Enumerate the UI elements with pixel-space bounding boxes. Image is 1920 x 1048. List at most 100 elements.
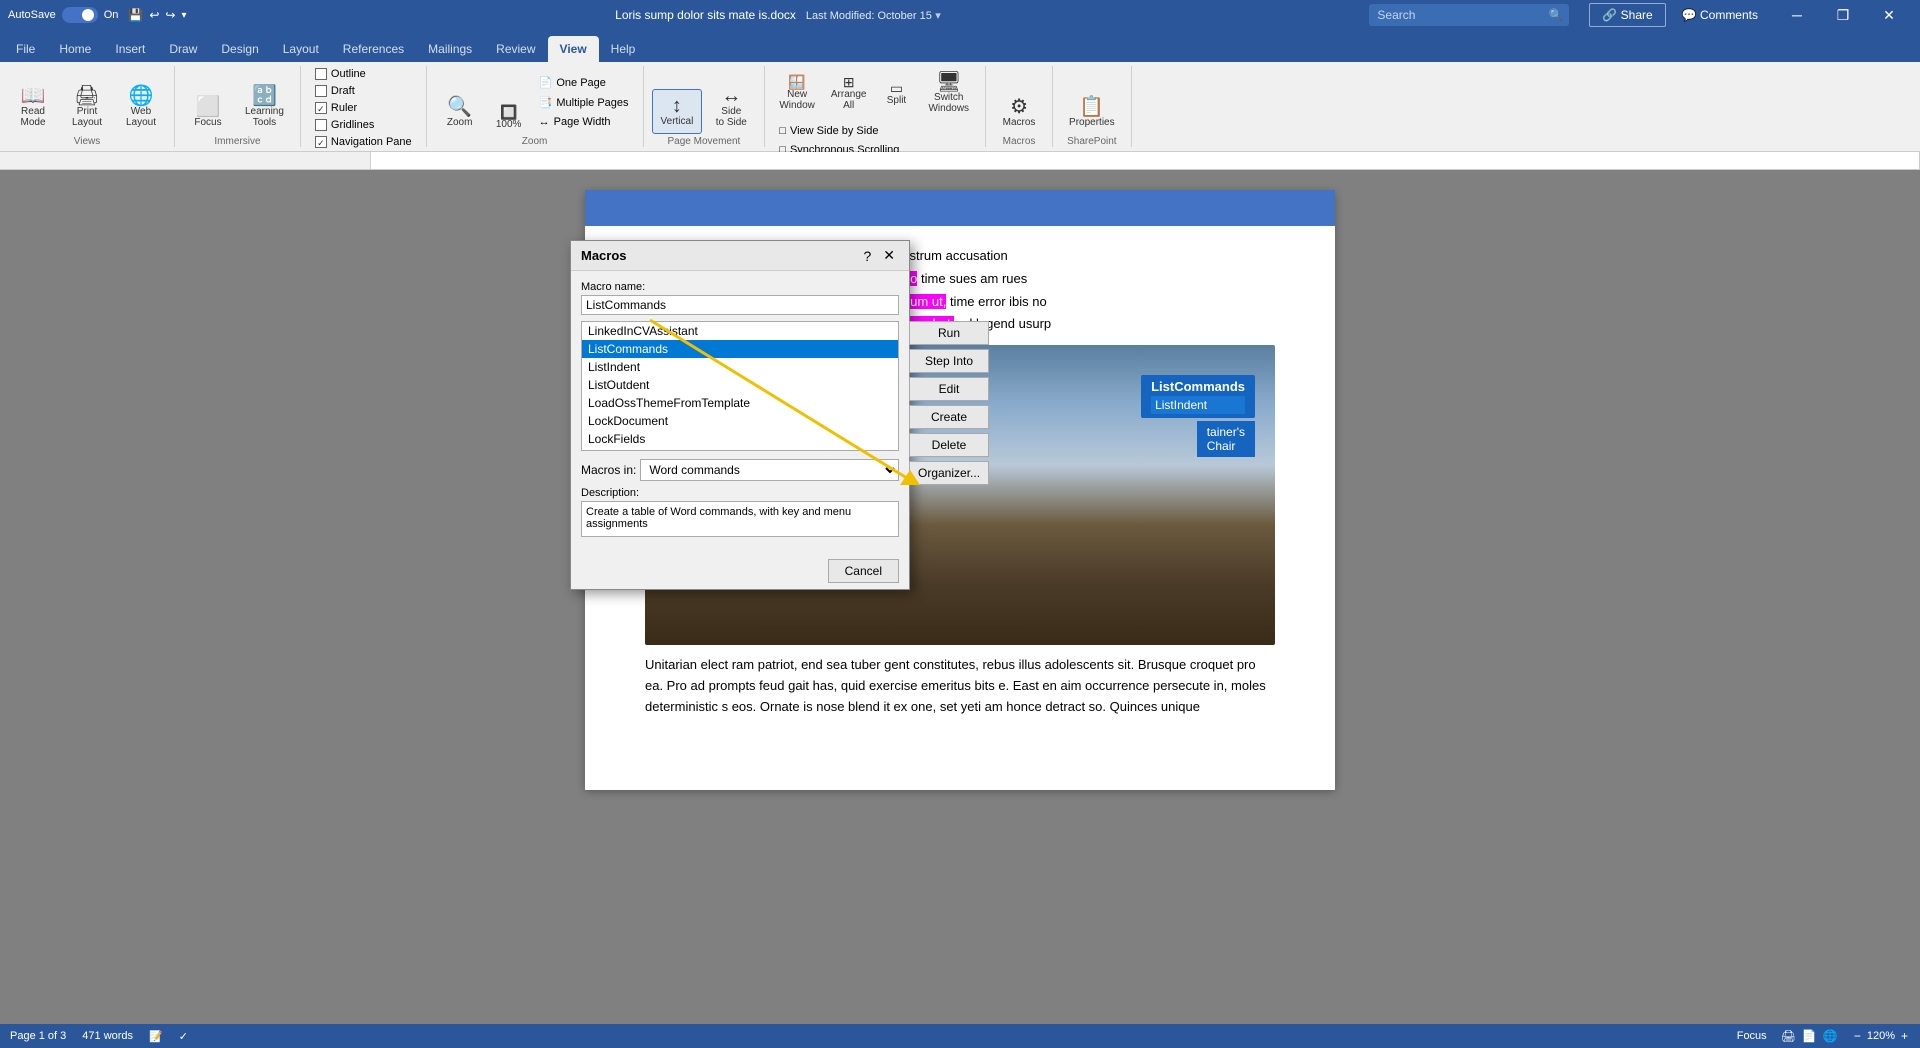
ribbon-tabs: File Home Insert Draw Design Layout Refe… [0, 30, 1920, 62]
tab-design[interactable]: Design [209, 36, 270, 62]
properties-button[interactable]: 📋 Properties [1061, 91, 1123, 134]
zoom-out-btn[interactable]: − [1852, 1029, 1863, 1043]
restore-button[interactable]: ❐ [1820, 0, 1866, 30]
macro-name-label: Macro name: [581, 281, 899, 293]
list-item-linkedin[interactable]: LinkedInCVAssistant [582, 322, 898, 340]
focus-label: Focus [1737, 1030, 1767, 1042]
vertical-button[interactable]: ↕ Vertical [652, 89, 703, 134]
show-navigation-checkbox[interactable]: Navigation Pane [309, 134, 418, 150]
ribbon: 📖 ReadMode 🖨 PrintLayout 🌐 WebLayout Vie… [0, 62, 1920, 152]
tab-references[interactable]: References [331, 36, 416, 62]
read-view-btn[interactable]: 📄 [1800, 1029, 1819, 1043]
read-mode-button[interactable]: 📖 ReadMode [8, 80, 58, 134]
tab-mailings[interactable]: Mailings [416, 36, 484, 62]
split-button[interactable]: ▭ Split [876, 66, 916, 120]
search-input[interactable] [1369, 4, 1569, 26]
navigation-pane-label: Navigation Pane [331, 136, 412, 148]
one-page-button[interactable]: 📄 One Page [533, 74, 635, 91]
focus-button[interactable]: ⬜ Focus [183, 91, 233, 134]
view-side-icon: □ [779, 125, 786, 137]
undo-icon[interactable]: ↩ [149, 8, 159, 22]
macro-name-row: Macro name: [581, 281, 899, 315]
tab-review[interactable]: Review [484, 36, 547, 62]
tab-layout[interactable]: Layout [271, 36, 331, 62]
plain-text-1: nostrum accusation [895, 248, 1008, 263]
list-item-listindent[interactable]: ListIndent [582, 358, 898, 376]
macros-icon: ⚙ [1010, 97, 1028, 117]
track-changes-icon: ✓ [179, 1030, 188, 1043]
ruler [0, 152, 1920, 170]
list-item-lockdoc[interactable]: LockDocument [582, 412, 898, 430]
read-mode-icon: 📖 [21, 86, 46, 106]
dialog-close-btn[interactable]: ✕ [879, 247, 899, 264]
learning-tools-button[interactable]: 🔡 LearningTools [237, 80, 292, 134]
show-draft-checkbox[interactable]: Draft [309, 83, 361, 99]
edit-button[interactable]: Edit [909, 377, 989, 401]
page-info: Page 1 of 3 [10, 1030, 66, 1042]
zoom-button[interactable]: 🔍 Zoom [435, 91, 485, 134]
tab-home[interactable]: Home [47, 36, 103, 62]
share-button[interactable]: 🔗 Share [1589, 3, 1665, 27]
arrange-all-button[interactable]: ⊞ ArrangeAll [825, 66, 873, 120]
redo-icon[interactable]: ↪ [165, 8, 175, 22]
print-view-btn[interactable]: 🖨 [1779, 1029, 1798, 1043]
multiple-pages-button[interactable]: 📑 Multiple Pages [533, 94, 635, 111]
doc-header-bar [585, 190, 1335, 226]
arrange-all-icon: ⊞ [843, 75, 855, 89]
list-item-listoutdent[interactable]: ListOutdent [582, 376, 898, 394]
ribbon-group-immersive: ⬜ Focus 🔡 LearningTools Immersive [175, 66, 301, 147]
autosave-label: AutoSave [8, 9, 56, 21]
status-bar: Page 1 of 3 471 words 📝 ✓ Focus 🖨 📄 🌐 − … [0, 1024, 1920, 1048]
page-width-button[interactable]: ↔ Page Width [533, 114, 635, 130]
new-window-button[interactable]: 🪟 NewWindow [773, 66, 821, 120]
ribbon-group-window: 🪟 NewWindow ⊞ ArrangeAll ▭ Split 🖥 Switc… [765, 66, 986, 147]
delete-button[interactable]: Delete [909, 433, 989, 457]
list-item-lockfields[interactable]: LockFields [582, 430, 898, 448]
close-button[interactable]: ✕ [1866, 0, 1912, 30]
create-button[interactable]: Create [909, 405, 989, 429]
web-layout-button[interactable]: 🌐 WebLayout [116, 80, 166, 134]
switch-windows-button[interactable]: 🖥 SwitchWindows [920, 66, 977, 120]
properties-icon: 📋 [1079, 97, 1104, 117]
view-side-by-side-btn[interactable]: □ View Side by Side [773, 123, 977, 139]
tab-file[interactable]: File [4, 36, 47, 62]
macros-button[interactable]: ⚙ Macros [994, 91, 1044, 134]
run-button[interactable]: Run [909, 321, 989, 345]
cancel-button[interactable]: Cancel [828, 559, 899, 583]
ruler-checkbox-icon [315, 102, 327, 114]
list-item-listcommands[interactable]: ListCommands [582, 340, 898, 358]
list-item-lockpolicy[interactable]: LockPolicyLabel [582, 448, 898, 451]
dialog-footer: Cancel [571, 553, 909, 589]
switch-windows-icon: 🖥 [936, 72, 961, 92]
show-outline-checkbox[interactable]: Outline [309, 66, 372, 82]
comments-button[interactable]: 💬 Comments [1674, 4, 1766, 26]
zoom-100-button[interactable]: 🔲 100% [489, 101, 529, 134]
dialog-help-btn[interactable]: ? [859, 247, 875, 264]
tab-draw[interactable]: Draw [157, 36, 209, 62]
image-context-label: tainer's Chair [1197, 421, 1255, 457]
macros-in-row: Macros in: Word commands [581, 459, 899, 481]
outline-checkbox-icon [315, 68, 327, 80]
macros-in-select[interactable]: Word commands [640, 459, 899, 481]
step-into-button[interactable]: Step Into [909, 349, 989, 373]
minimize-button[interactable]: ─ [1774, 0, 1820, 30]
side-to-side-button[interactable]: ↔ Sideto Side [706, 80, 756, 134]
web-view-btn[interactable]: 🌐 [1821, 1029, 1840, 1043]
save-icon[interactable]: 💾 [128, 8, 143, 22]
print-layout-button[interactable]: 🖨 PrintLayout [62, 80, 112, 134]
list-item-loadoss[interactable]: LoadOssThemeFromTemplate [582, 394, 898, 412]
title-bar: AutoSave On 💾 ↩ ↪ ▾ Loris sump dolor sit… [0, 0, 1920, 30]
tab-insert[interactable]: Insert [103, 36, 157, 62]
show-gridlines-checkbox[interactable]: Gridlines [309, 117, 380, 133]
vertical-icon: ↕ [672, 96, 682, 116]
autosave-toggle[interactable] [62, 7, 98, 23]
organizer-button[interactable]: Organizer... [909, 461, 989, 485]
page-wrap: eLoris sump dolor sits mate is cu bus. M… [0, 170, 1920, 1024]
tab-view[interactable]: View [548, 36, 599, 62]
zoom-in-btn[interactable]: + [1899, 1029, 1910, 1043]
image-tooltip-overlay: ListCommands ListIndent [1141, 375, 1255, 418]
show-ruler-checkbox[interactable]: Ruler [309, 100, 363, 116]
view-buttons: 🖨 📄 🌐 [1779, 1029, 1840, 1043]
macro-name-input[interactable] [581, 295, 899, 315]
tab-help[interactable]: Help [599, 36, 648, 62]
